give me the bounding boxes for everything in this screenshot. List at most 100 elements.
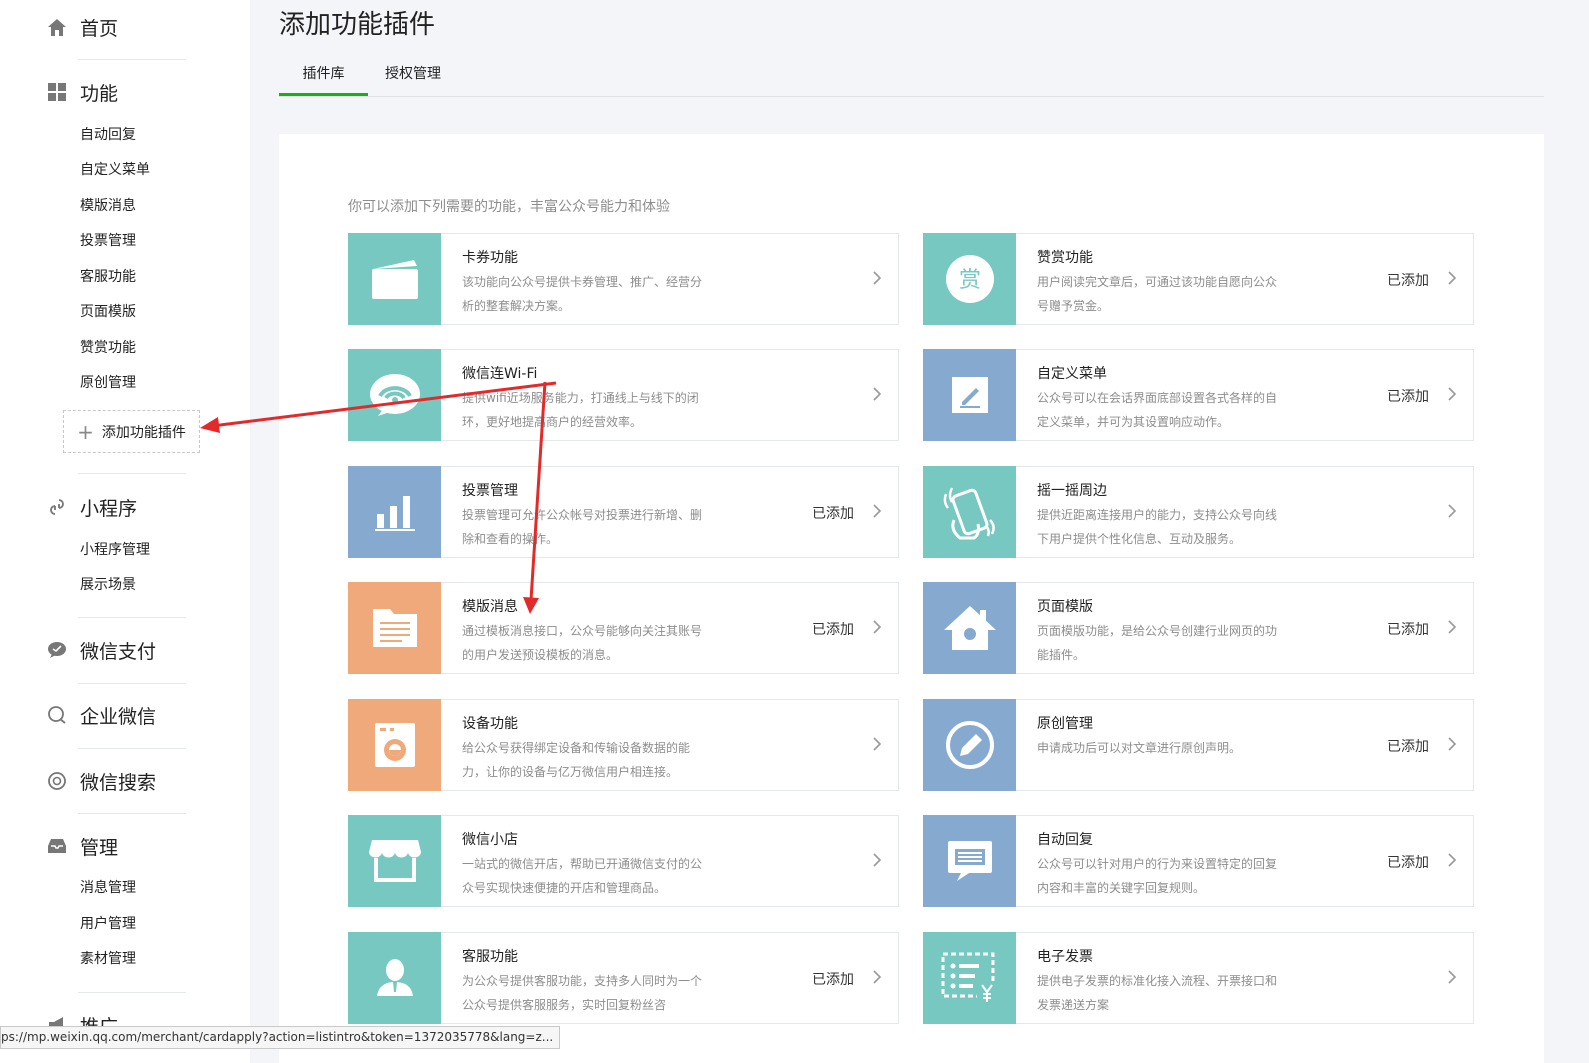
sidebar-home[interactable]: 首页 [46, 12, 118, 42]
sidebar-item-vote[interactable]: 投票管理 [80, 231, 136, 251]
shake-phone-icon [923, 466, 1016, 558]
browser-status-url: ps://mp.weixin.qq.com/merchant/cardapply… [0, 1026, 561, 1049]
sidebar-item-messages[interactable]: 消息管理 [80, 878, 136, 898]
sidebar-item-original[interactable]: 原创管理 [80, 373, 136, 393]
sidebar-item-materials[interactable]: 素材管理 [80, 949, 136, 969]
sidebar-item-users[interactable]: 用户管理 [80, 914, 136, 934]
plugin-desc: 为公众号提供客服功能，支持多人同时为一个公众号提供客服服务，实时回复粉丝咨 [462, 974, 703, 1012]
reward-glyph: 赏 [958, 268, 980, 293]
added-status: 已添加 [1387, 273, 1429, 289]
add-plugin-button[interactable]: + 添加功能插件 [63, 410, 200, 453]
sidebar-functions[interactable]: 功能 [46, 77, 118, 107]
plugin-card[interactable]: 微信连Wi-Fi 提供wifi近场服务能力，打通线上与线下的闭环，更好地提高商户… [348, 349, 899, 441]
chevron-right-icon [1441, 849, 1463, 871]
plugin-title: 页面模版 [1037, 599, 1093, 615]
chevron-right-icon [1441, 267, 1463, 289]
plugin-desc: 一站式的微信开店，帮助已开通微信支付的公众号实现快速便捷的开店和管理商品。 [462, 857, 703, 895]
sidebar-miniprogram[interactable]: 小程序 [46, 492, 137, 522]
enterprise-chat-icon [46, 704, 68, 726]
plugin-card[interactable]: 自动回复 公众号可以针对用户的行为来设置特定的回复内容和丰富的关键字回复规则。 … [923, 815, 1474, 907]
plugin-title: 客服功能 [462, 949, 518, 965]
chevron-right-icon [1441, 733, 1463, 755]
plugin-desc: 通过模板消息接口，公众号能够向关注其账号的用户发送预设模板的消息。 [462, 624, 703, 662]
sidebar-item-reward[interactable]: 赞赏功能 [80, 338, 136, 358]
chevron-right-icon [866, 500, 888, 522]
grid-icon [46, 81, 68, 103]
sidebar-divider [78, 992, 186, 993]
tab-bar: 插件库 授权管理 [279, 56, 1544, 97]
plugin-title: 电子发票 [1037, 949, 1093, 965]
plugin-desc: 公众号可以在会话界面底部设置各式各样的自定义菜单，并可为其设置响应动作。 [1037, 391, 1278, 429]
wifi-icon [348, 349, 441, 441]
chat-bubble-icon [46, 639, 68, 661]
plugin-card[interactable]: 赏 赞赏功能 用户阅读完文章后，可通过该功能自愿向公众号赠予赏金。 已添加 [923, 233, 1474, 325]
chevron-right-icon [866, 966, 888, 988]
sidebar-divider [78, 59, 186, 60]
plugin-card[interactable]: 电子发票 提供电子发票的标准化接入流程、开票接口和发票递送方案 [923, 932, 1474, 1024]
added-status: 已添加 [1387, 622, 1429, 638]
plugin-title: 卡券功能 [462, 250, 518, 266]
washer-icon [348, 699, 441, 791]
plus-icon: + [77, 419, 94, 444]
link-icon [46, 496, 68, 518]
intro-text: 你可以添加下列需要的功能，丰富公众号能力和体验 [348, 199, 670, 215]
plugin-title: 自动回复 [1037, 832, 1093, 848]
tab-plugin-library[interactable]: 插件库 [279, 56, 368, 96]
chevron-right-icon [866, 616, 888, 638]
plugin-desc: 用户阅读完文章后，可通过该功能自愿向公众号赠予赏金。 [1037, 275, 1278, 313]
sidebar-item-customer-service[interactable]: 客服功能 [80, 267, 136, 287]
plugin-desc: 投票管理可允许公众帐号对投票进行新增、删除和查看的操作。 [462, 508, 703, 546]
sidebar-item-template-message[interactable]: 模版消息 [80, 196, 136, 216]
sidebar-manage[interactable]: 管理 [46, 831, 118, 861]
sidebar-wechat-search[interactable]: 微信搜索 [46, 766, 156, 796]
search-icon [46, 770, 68, 792]
added-status: 已添加 [1387, 389, 1429, 405]
edit-icon [923, 349, 1016, 441]
added-status: 已添加 [1387, 855, 1429, 871]
chevron-right-icon [1441, 616, 1463, 638]
sidebar-divider [78, 683, 186, 684]
sidebar-item-custom-menu[interactable]: 自定义菜单 [80, 160, 150, 180]
plugin-desc: 申请成功后可以对文章进行原创声明。 [1037, 741, 1242, 755]
bar-chart-icon [348, 466, 441, 558]
sidebar: 首页 功能 自动回复 自定义菜单 模版消息 投票管理 客服功能 页面模版 赞赏功… [0, 0, 250, 1063]
plugin-card[interactable]: 摇一摇周边 提供近距离连接用户的能力，支持公众号向线下用户提供个性化信息、互动及… [923, 466, 1474, 558]
document-icon [348, 582, 441, 674]
chevron-right-icon [1441, 500, 1463, 522]
card-icon [348, 233, 441, 325]
sidebar-enterprise-wechat[interactable]: 企业微信 [46, 700, 156, 730]
sidebar-item-page-template[interactable]: 页面模版 [80, 302, 136, 322]
plugin-card[interactable]: 投票管理 投票管理可允许公众帐号对投票进行新增、删除和查看的操作。 已添加 [348, 466, 899, 558]
plugin-card[interactable]: 原创管理 申请成功后可以对文章进行原创声明。 已添加 [923, 699, 1474, 791]
sidebar-item-showcase[interactable]: 展示场景 [80, 575, 136, 595]
house-icon [923, 582, 1016, 674]
plugin-card[interactable]: 页面模版 页面模版功能，是给公众号创建行业网页的功能插件。 已添加 [923, 582, 1474, 674]
sidebar-item-auto-reply[interactable]: 自动回复 [80, 125, 136, 145]
plugin-title: 模版消息 [462, 599, 518, 615]
sidebar-item-miniprogram-manage[interactable]: 小程序管理 [80, 540, 150, 560]
plugin-desc: 公众号可以针对用户的行为来设置特定的回复内容和丰富的关键字回复规则。 [1037, 857, 1278, 895]
added-status: 已添加 [812, 972, 854, 988]
plugin-card[interactable]: 微信小店 一站式的微信开店，帮助已开通微信支付的公众号实现快速便捷的开店和管理商… [348, 815, 899, 907]
page-title: 添加功能插件 [279, 10, 436, 40]
plugin-title: 设备功能 [462, 716, 518, 732]
plugin-title: 原创管理 [1037, 716, 1093, 732]
chevron-right-icon [1441, 966, 1463, 988]
add-plugin-label: 添加功能插件 [101, 424, 186, 441]
sidebar-divider [78, 813, 186, 814]
plugin-card[interactable]: 自定义菜单 公众号可以在会话界面底部设置各式各样的自定义菜单，并可为其设置响应动… [923, 349, 1474, 441]
plugin-card[interactable]: 卡券功能 该功能向公众号提供卡券管理、推广、经营分析的整套解决方案。 [348, 233, 899, 325]
added-status: 已添加 [812, 506, 854, 522]
plugin-desc: 提供近距离连接用户的能力，支持公众号向线下用户提供个性化信息、互动及服务。 [1037, 508, 1278, 546]
plugin-card[interactable]: 客服功能 为公众号提供客服功能，支持多人同时为一个公众号提供客服服务，实时回复粉… [348, 932, 899, 1024]
sidebar-miniprogram-label: 小程序 [80, 497, 138, 520]
invoice-icon [923, 932, 1016, 1024]
added-status: 已添加 [812, 622, 854, 638]
chevron-right-icon [866, 733, 888, 755]
plugin-card[interactable]: 模版消息 通过模板消息接口，公众号能够向关注其账号的用户发送预设模板的消息。 已… [348, 582, 899, 674]
home-icon [46, 16, 68, 38]
plugin-card[interactable]: 设备功能 给公众号获得绑定设备和传输设备数据的能力，让你的设备与亿万微信用户相连… [348, 699, 899, 791]
sidebar-wechat-pay[interactable]: 微信支付 [46, 635, 156, 665]
plugin-title: 摇一摇周边 [1037, 483, 1107, 499]
tab-authorization[interactable]: 授权管理 [375, 56, 451, 96]
